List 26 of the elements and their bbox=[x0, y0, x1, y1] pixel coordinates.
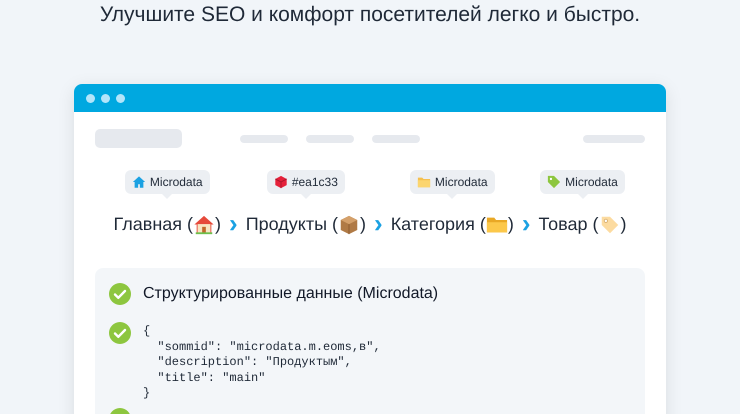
tooltip-label: Microdata bbox=[565, 174, 618, 191]
chevron-icon: › bbox=[229, 210, 238, 236]
check-icon bbox=[109, 322, 131, 344]
tooltip-label: #ea1c33 bbox=[292, 174, 338, 191]
chevron-icon: › bbox=[374, 210, 383, 236]
box-icon bbox=[274, 175, 288, 189]
breadcrumb-link[interactable]: Продукты ( ) bbox=[246, 211, 366, 238]
headline: Улучшите SEO и комфорт посетителей легко и быстро. bbox=[100, 2, 640, 28]
box-icon bbox=[338, 214, 360, 236]
breadcrumb-link[interactable]: Категория ( ) bbox=[390, 211, 514, 238]
chevron-icon: › bbox=[522, 210, 531, 236]
placeholder-bar bbox=[306, 134, 354, 142]
placeholder-bar bbox=[372, 134, 420, 142]
code-snippet: { "sommid": "microdata.m.eoms,в", "description": "Продуктым", "title": "main" } bbox=[143, 324, 381, 402]
panel-title: Структурированные данные (Microdata) bbox=[143, 284, 438, 304]
breadcrumb-link[interactable]: Товар ( ) bbox=[538, 211, 626, 238]
tooltip-label: Microdata bbox=[150, 174, 203, 191]
house-icon bbox=[193, 214, 216, 236]
tooltip-label: Microdata bbox=[434, 174, 488, 191]
folder-icon bbox=[416, 175, 431, 189]
placeholder-bar bbox=[240, 134, 288, 142]
breadcrumb-link[interactable]: Главная ( ) bbox=[114, 211, 222, 238]
house-icon bbox=[132, 175, 146, 189]
tag-icon bbox=[547, 175, 562, 189]
placeholder-bar bbox=[583, 134, 645, 142]
check-icon bbox=[109, 283, 131, 305]
